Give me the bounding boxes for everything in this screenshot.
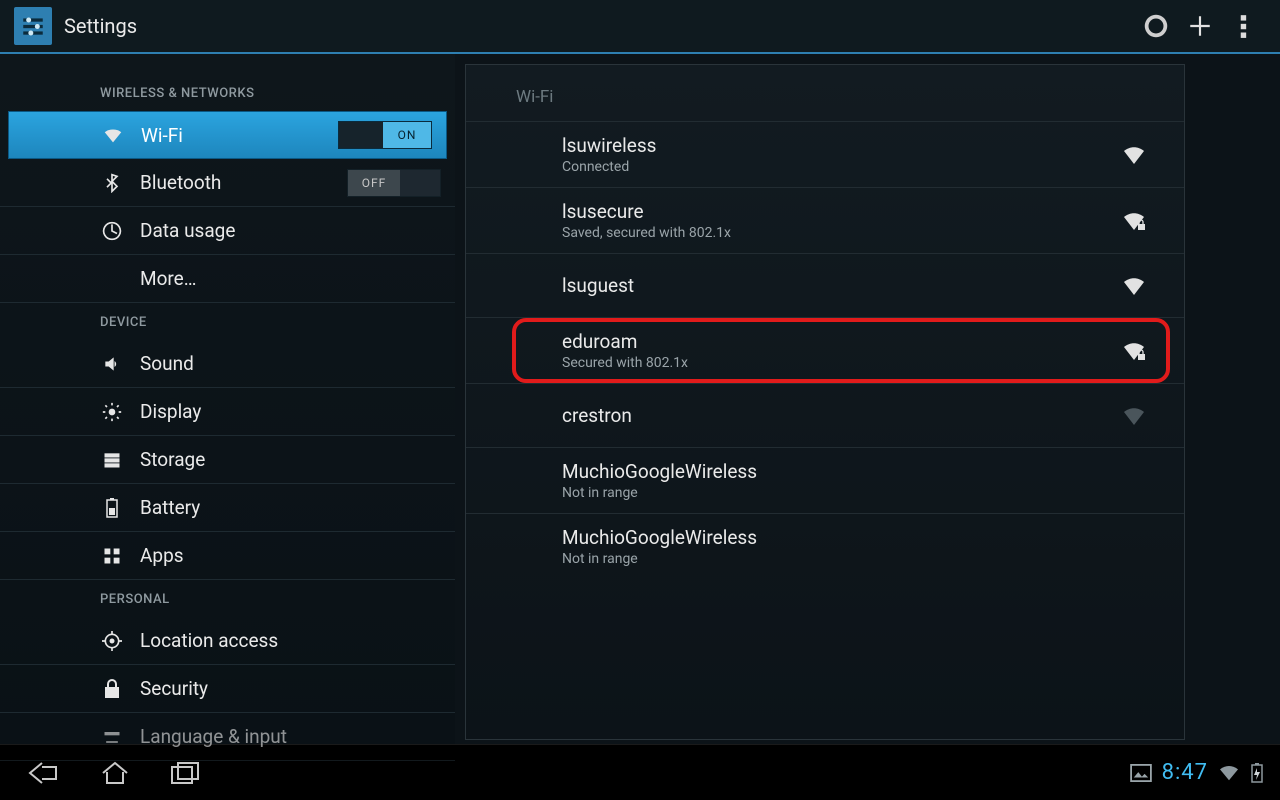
signal-strength-icon	[1120, 275, 1150, 297]
sidebar-item-apps[interactable]: Apps	[0, 532, 455, 580]
network-name: MuchioGoogleWireless	[562, 460, 1120, 483]
sidebar-item-sound[interactable]: Sound	[0, 340, 455, 388]
sidebar-item-label: Display	[140, 400, 441, 423]
sidebar-item-location[interactable]: Location access	[0, 617, 455, 665]
network-name: MuchioGoogleWireless	[562, 526, 1120, 549]
display-icon	[100, 402, 124, 422]
wifi-network-row[interactable]: crestron	[466, 383, 1184, 447]
network-status: Not in range	[562, 485, 1120, 501]
sidebar-item-bluetooth[interactable]: Bluetooth OFF	[0, 159, 455, 207]
sidebar-item-security[interactable]: Security	[0, 665, 455, 713]
page-title: Settings	[64, 14, 137, 38]
network-status: Not in range	[562, 551, 1120, 567]
sidebar-item-label: More…	[140, 267, 441, 290]
wifi-network-row[interactable]: lsuwireless Connected	[466, 121, 1184, 187]
detail-header: Wi-Fi	[466, 65, 1184, 121]
settings-sidebar: WIRELESS & NETWORKS Wi-Fi ON Bluetooth O…	[0, 54, 455, 744]
add-network-icon[interactable]	[1178, 4, 1222, 48]
network-name: eduroam	[562, 330, 1120, 353]
network-status: Connected	[562, 159, 1120, 175]
bluetooth-toggle[interactable]: OFF	[347, 169, 441, 197]
sidebar-item-label: Sound	[140, 352, 441, 375]
wifi-network-row[interactable]: MuchioGoogleWireless Not in range	[466, 447, 1184, 513]
network-name: lsusecure	[562, 200, 1120, 223]
wifi-icon	[101, 124, 125, 146]
sidebar-item-label: Location access	[140, 629, 441, 652]
network-status: Saved, secured with 802.1x	[562, 225, 1120, 241]
section-header-wireless: WIRELESS & NETWORKS	[0, 74, 455, 111]
settings-app-icon	[14, 7, 52, 45]
clock: 8:47	[1162, 760, 1208, 785]
wifi-network-row[interactable]: eduroam Secured with 802.1x	[466, 317, 1184, 383]
network-name: lsuwireless	[562, 134, 1120, 157]
apps-icon	[100, 546, 124, 566]
overflow-menu-icon[interactable]	[1222, 4, 1266, 48]
sidebar-item-label: Apps	[140, 544, 441, 567]
battery-icon	[100, 498, 124, 518]
sidebar-item-language[interactable]: Language & input	[0, 713, 455, 761]
signal-strength-icon	[1120, 144, 1150, 166]
action-bar: Settings	[0, 0, 1280, 54]
network-name: crestron	[562, 404, 1120, 427]
sidebar-item-label: Data usage	[140, 219, 441, 242]
wifi-status-icon	[1218, 764, 1240, 782]
toggle-off-label: OFF	[348, 170, 400, 196]
sidebar-item-storage[interactable]: Storage	[0, 436, 455, 484]
wifi-detail-panel: Wi-Fi lsuwireless Connected lsusecure Saved…	[465, 64, 1185, 740]
signal-strength-icon	[1120, 210, 1150, 232]
status-tray[interactable]: 8:47	[1130, 760, 1270, 785]
sidebar-item-label: Storage	[140, 448, 441, 471]
wps-icon[interactable]	[1134, 4, 1178, 48]
picture-icon	[1130, 764, 1152, 782]
language-icon	[100, 727, 124, 747]
wifi-toggle[interactable]: ON	[338, 121, 432, 149]
toggle-on-label: ON	[383, 122, 431, 148]
section-header-personal: PERSONAL	[0, 580, 455, 617]
bluetooth-icon	[100, 173, 124, 193]
signal-strength-icon	[1120, 340, 1150, 362]
sidebar-item-label: Bluetooth	[140, 171, 347, 194]
sidebar-item-label: Security	[140, 677, 441, 700]
battery-status-icon	[1250, 763, 1264, 783]
sidebar-item-more[interactable]: More…	[0, 255, 455, 303]
wifi-network-row[interactable]: MuchioGoogleWireless Not in range	[466, 513, 1184, 579]
lock-icon	[100, 679, 124, 699]
signal-strength-icon	[1120, 405, 1150, 427]
sidebar-item-label: Battery	[140, 496, 441, 519]
storage-icon	[100, 450, 124, 470]
sidebar-item-label: Wi-Fi	[141, 124, 338, 147]
sidebar-item-battery[interactable]: Battery	[0, 484, 455, 532]
section-header-device: DEVICE	[0, 303, 455, 340]
sound-icon	[100, 354, 124, 374]
sidebar-item-label: Language & input	[140, 725, 441, 748]
wifi-network-row[interactable]: lsuguest	[466, 253, 1184, 317]
sidebar-item-wifi[interactable]: Wi-Fi ON	[8, 111, 447, 159]
network-status: Secured with 802.1x	[562, 355, 1120, 371]
wifi-network-row[interactable]: lsusecure Saved, secured with 802.1x	[466, 187, 1184, 253]
sidebar-item-datausage[interactable]: Data usage	[0, 207, 455, 255]
network-name: lsuguest	[562, 274, 1120, 297]
location-icon	[100, 631, 124, 651]
sidebar-item-display[interactable]: Display	[0, 388, 455, 436]
data-usage-icon	[100, 221, 124, 241]
